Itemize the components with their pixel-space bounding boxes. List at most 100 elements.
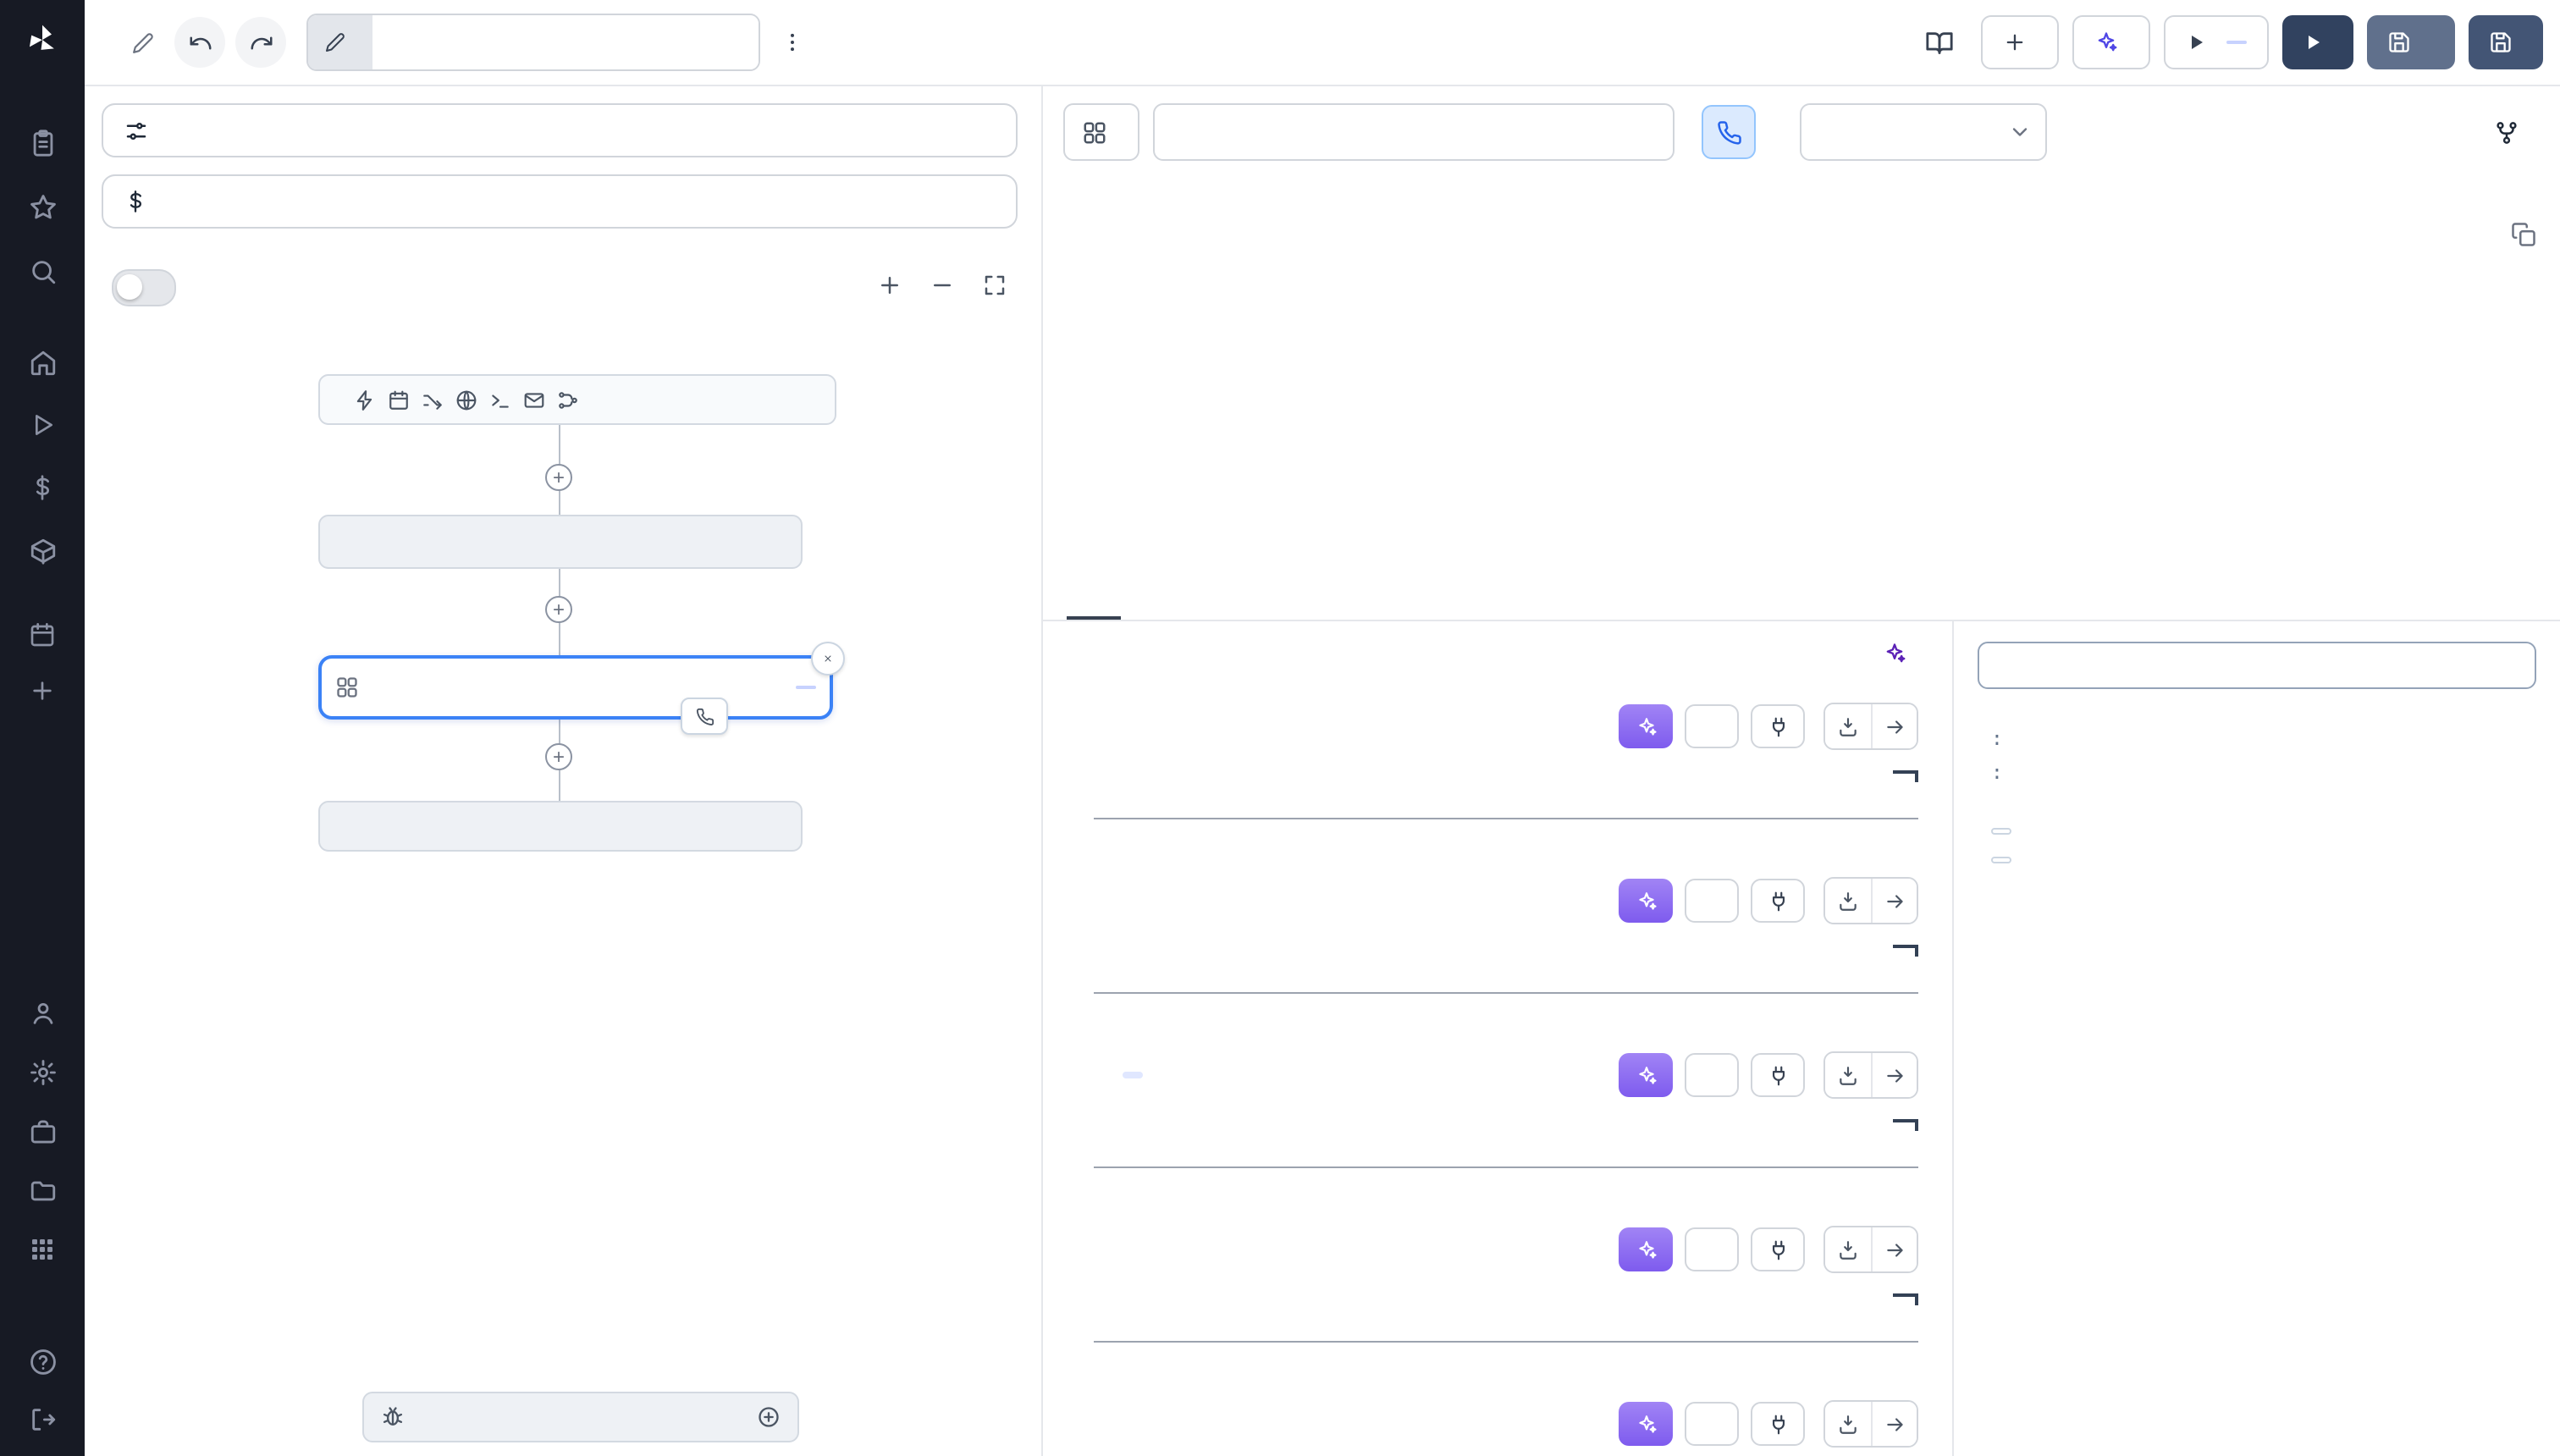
connect-plug-icon[interactable]: [1751, 1402, 1805, 1446]
star-icon[interactable]: [14, 183, 71, 230]
ai-builder-button[interactable]: [2072, 15, 2150, 69]
apps-grid-icon[interactable]: [14, 1226, 71, 1273]
variables-expand-button[interactable]: [1991, 828, 2011, 835]
expression-mode-button[interactable]: [1685, 1227, 1739, 1271]
fill-inputs-button[interactable]: [1094, 635, 1918, 672]
ai-fill-wand-icon[interactable]: [1619, 704, 1673, 748]
collapse-sidebar-icon[interactable]: [14, 1395, 71, 1442]
static-mode-button[interactable]: [1685, 1402, 1739, 1446]
hub-path-link[interactable]: [1063, 103, 1139, 161]
field-value-editor[interactable]: [1094, 941, 1918, 994]
copy-code-icon[interactable]: [2511, 222, 2536, 247]
tab-advanced[interactable]: [1175, 555, 1229, 620]
folders-icon[interactable]: [14, 1166, 71, 1214]
docs-book-icon[interactable]: [1912, 15, 1967, 69]
diff-button[interactable]: [1981, 15, 2059, 69]
apply-arrow-icon[interactable]: [1871, 704, 1917, 748]
prop-user-email[interactable]: :: [1978, 726, 2536, 750]
runs-play-icon[interactable]: [14, 401, 71, 449]
test-up-to-button[interactable]: [2164, 15, 2269, 69]
email-icon[interactable]: [523, 389, 545, 411]
zoom-out-button[interactable]: [930, 273, 955, 298]
schedules-calendar-icon[interactable]: [14, 611, 71, 659]
insert-default-icon[interactable]: [1825, 879, 1871, 923]
test-flow-button[interactable]: [2282, 15, 2353, 69]
expression-mode-button[interactable]: [1685, 704, 1739, 748]
search-prop-input[interactable]: [1978, 642, 2536, 689]
webhook-icon[interactable]: [354, 389, 376, 411]
connect-plug-icon[interactable]: [1751, 1053, 1805, 1097]
error-handler-node[interactable]: [362, 1392, 799, 1442]
dataflow-toggle[interactable]: [112, 269, 176, 306]
expression-mode-button[interactable]: [1685, 1053, 1739, 1097]
connect-plug-icon[interactable]: [1751, 704, 1805, 748]
connect-plug-icon[interactable]: [1751, 879, 1805, 923]
apply-arrow-icon[interactable]: [1871, 1402, 1917, 1446]
ai-fill-wand-icon[interactable]: [1619, 879, 1673, 923]
fork-button[interactable]: [2484, 119, 2540, 145]
tab-test-this-step[interactable]: [1121, 555, 1175, 620]
resources-expand-button[interactable]: [1991, 857, 2011, 863]
path-pill[interactable]: [308, 15, 372, 69]
add-step-before-input[interactable]: +: [545, 464, 572, 491]
insert-default-icon[interactable]: [1825, 1402, 1871, 1446]
websocket-icon[interactable]: [455, 389, 477, 411]
user-icon[interactable]: [14, 989, 71, 1036]
all-static-inputs-button[interactable]: [102, 174, 1018, 229]
deploy-button[interactable]: [2469, 15, 2543, 69]
expression-mode-button[interactable]: [1685, 879, 1739, 923]
show-all-button[interactable]: [1785, 425, 1818, 438]
kafka-icon[interactable]: [557, 389, 579, 411]
http-route-icon[interactable]: [422, 389, 444, 411]
postgres-icon[interactable]: [489, 389, 511, 411]
gear-icon[interactable]: [14, 1048, 71, 1095]
insert-default-icon[interactable]: [1825, 1227, 1871, 1271]
triggers-node[interactable]: [318, 374, 836, 425]
help-icon[interactable]: [14, 1337, 71, 1385]
undo-button[interactable]: [174, 17, 225, 68]
suspend-approval-phone-icon[interactable]: [681, 698, 728, 735]
add-plus-icon[interactable]: [14, 667, 71, 714]
edit-title-pencil-icon[interactable]: [132, 31, 154, 53]
ai-fill-wand-icon[interactable]: [1619, 1227, 1673, 1271]
step-summary-input[interactable]: [1153, 103, 1674, 161]
apply-arrow-icon[interactable]: [1871, 879, 1917, 923]
apply-arrow-icon[interactable]: [1871, 1053, 1917, 1097]
search-icon[interactable]: [14, 247, 71, 295]
selected-step-node[interactable]: [318, 655, 833, 720]
result-node[interactable]: [318, 801, 803, 852]
delete-step-x-icon[interactable]: [811, 642, 845, 676]
tag-select[interactable]: [1800, 103, 2047, 161]
draft-button[interactable]: [2367, 15, 2455, 69]
zoom-in-button[interactable]: [877, 273, 902, 298]
field-value-editor[interactable]: [1094, 1290, 1918, 1343]
prop-order-number[interactable]: :: [1978, 760, 2536, 784]
windmill-logo[interactable]: [14, 17, 71, 64]
apply-arrow-icon[interactable]: [1871, 1227, 1917, 1271]
code-preview-editor[interactable]: [1043, 178, 2560, 555]
variables-dollar-icon[interactable]: [14, 464, 71, 511]
schedule-icon[interactable]: [388, 389, 410, 411]
clipboard-icon[interactable]: [14, 119, 71, 166]
suspend-settings-phone-icon[interactable]: [1702, 105, 1756, 159]
resources-cube-icon[interactable]: [14, 527, 71, 574]
redo-button[interactable]: [235, 17, 286, 68]
path-input[interactable]: [372, 15, 759, 69]
tab-step-input[interactable]: [1067, 555, 1121, 620]
ai-fill-wand-icon[interactable]: [1619, 1402, 1673, 1446]
add-error-handler-icon[interactable]: [757, 1405, 781, 1429]
more-menu-kebab-icon[interactable]: [770, 17, 814, 68]
ai-fill-wand-icon[interactable]: [1619, 1053, 1673, 1097]
field-value-editor[interactable]: [1094, 1116, 1918, 1168]
input-node[interactable]: [318, 515, 803, 569]
workspace-briefcase-icon[interactable]: [14, 1107, 71, 1155]
flow-settings-button[interactable]: [102, 103, 1018, 157]
connect-plug-icon[interactable]: [1751, 1227, 1805, 1271]
add-step-after-input[interactable]: +: [545, 596, 572, 623]
insert-default-icon[interactable]: [1825, 1053, 1871, 1097]
insert-default-icon[interactable]: [1825, 704, 1871, 748]
home-icon[interactable]: [14, 339, 71, 386]
add-step-after-step[interactable]: +: [545, 743, 572, 770]
fit-view-button[interactable]: [982, 273, 1007, 298]
field-value-editor[interactable]: [1094, 767, 1918, 819]
